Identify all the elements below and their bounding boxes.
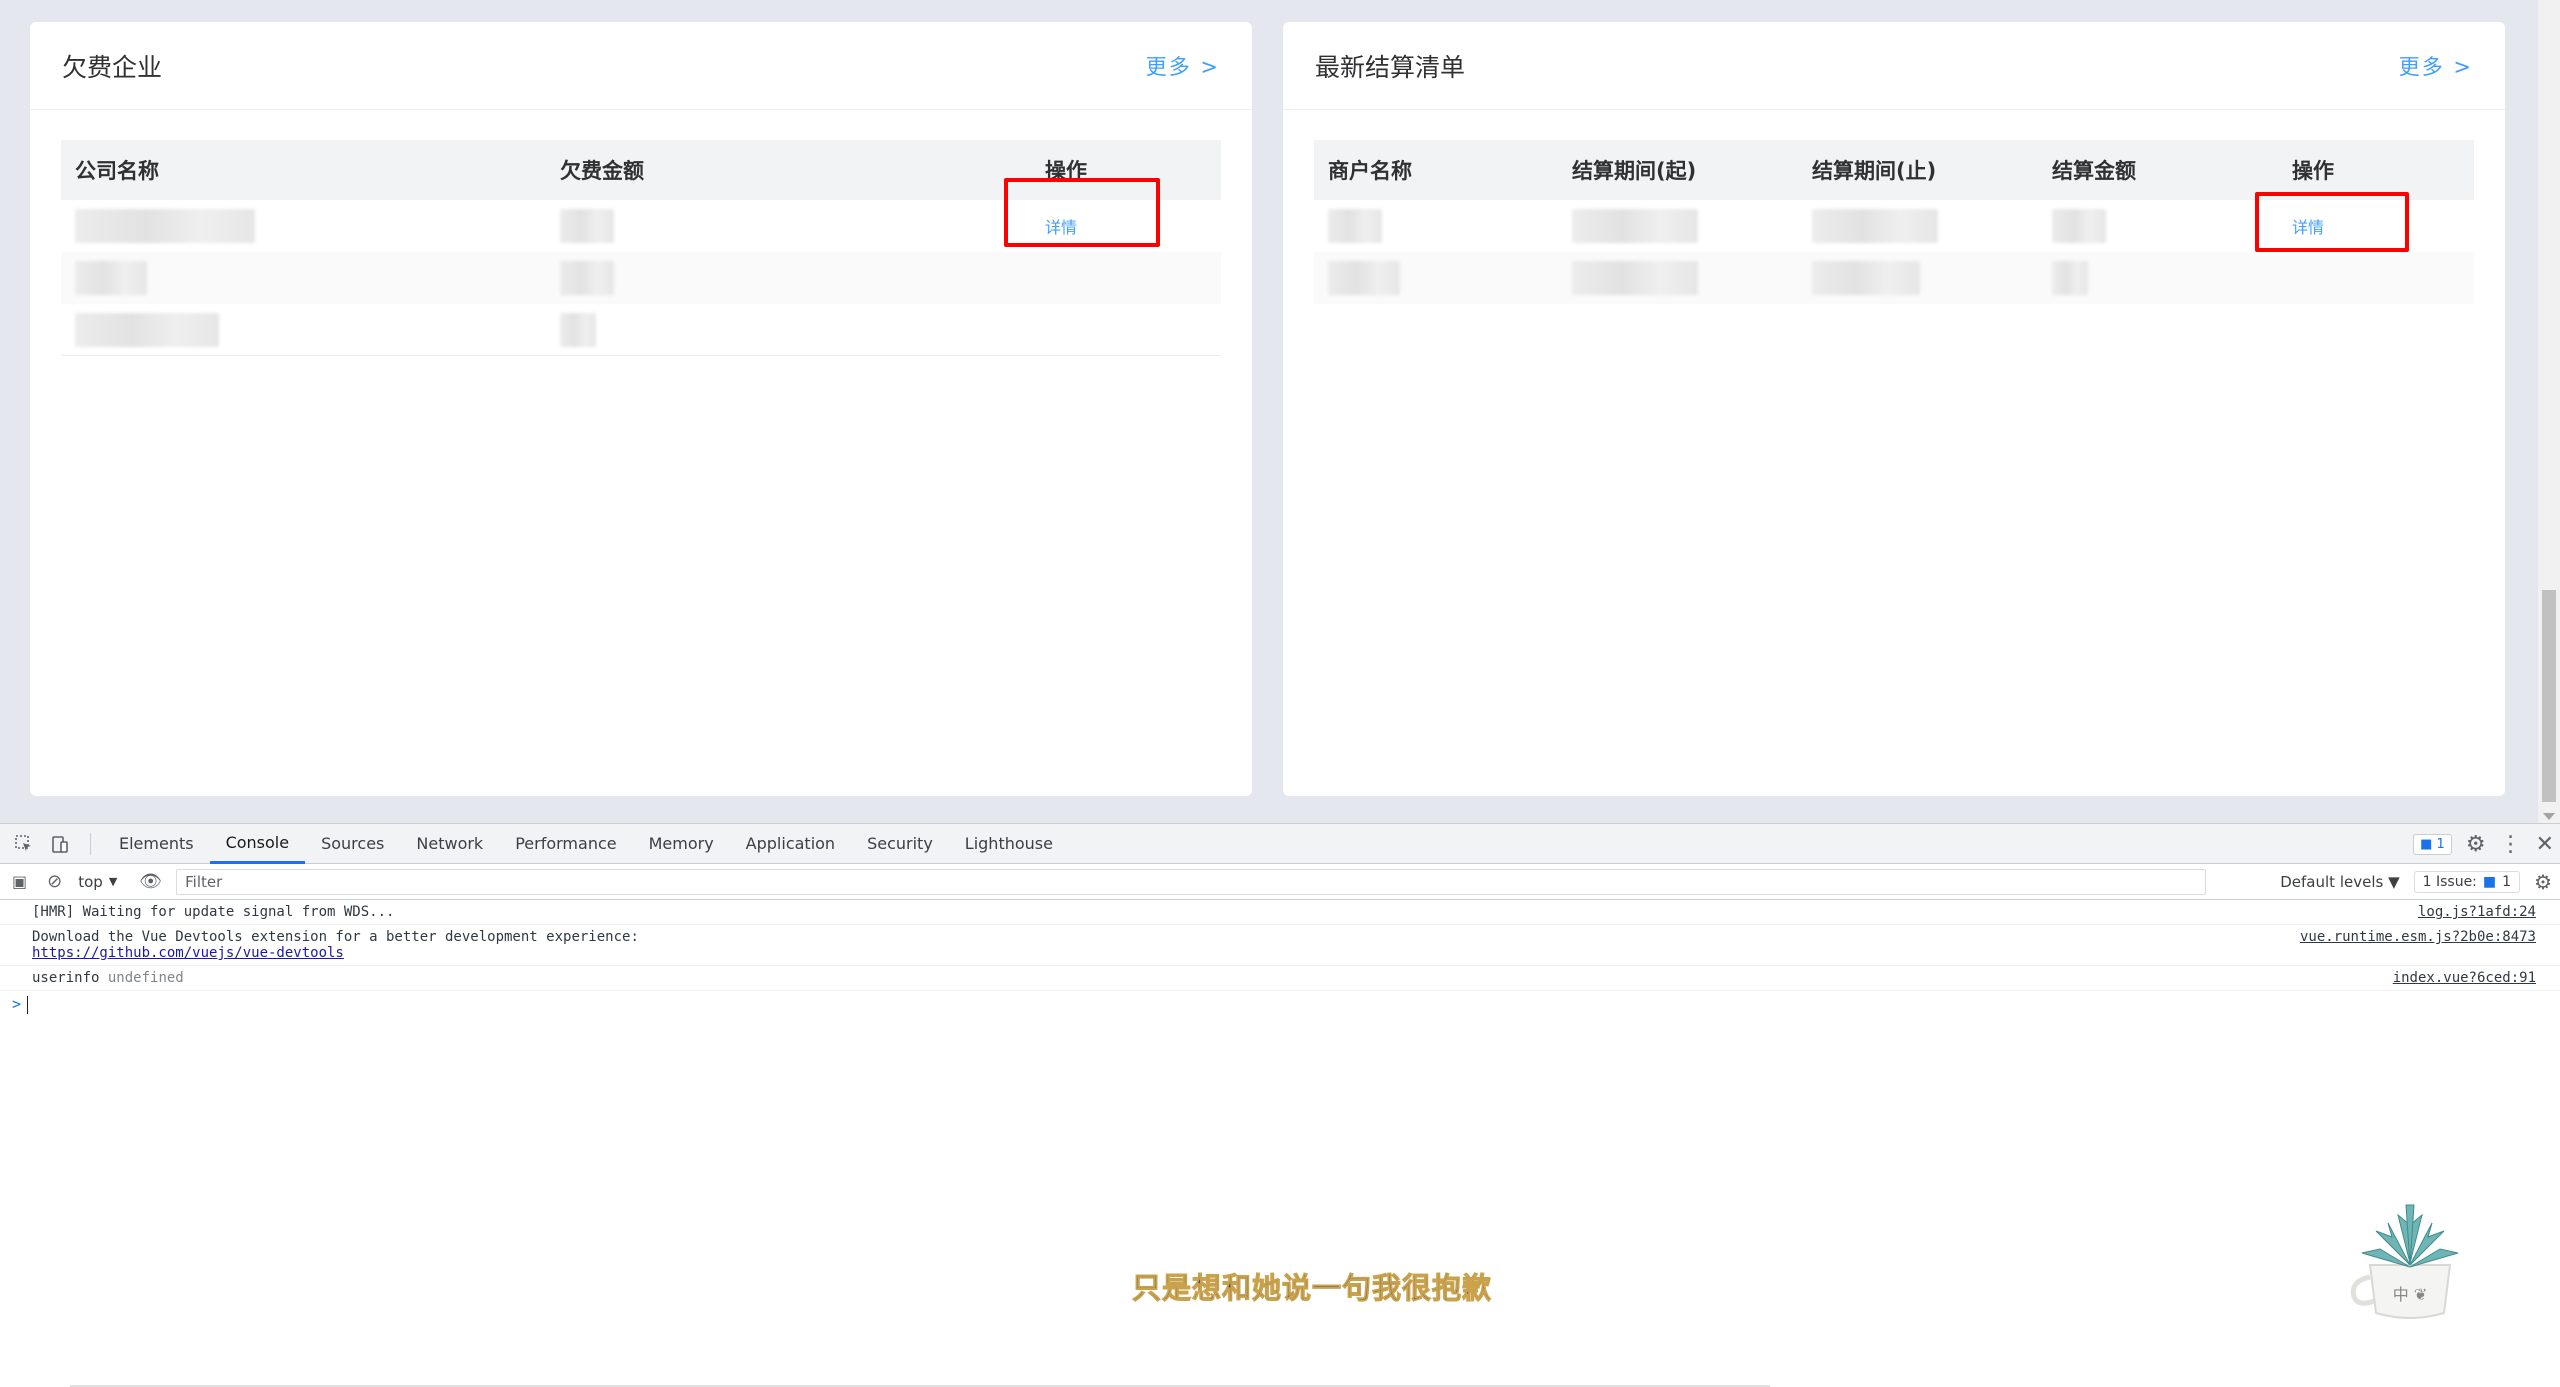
redacted-amount	[560, 312, 596, 347]
arrears-more-link[interactable]: 更多 >	[1146, 51, 1220, 81]
settlement-card-header: 最新结算清单 更多 >	[1283, 22, 2505, 110]
tab-network[interactable]: Network	[400, 824, 499, 864]
console-message-text: Download the Vue Devtools extension for …	[32, 929, 639, 945]
redacted-company	[75, 209, 255, 243]
console-message-text: [HMR] Waiting for update signal from WDS…	[32, 904, 395, 920]
device-toolbar-icon[interactable]	[42, 824, 78, 864]
console-message: Download the Vue Devtools extension for …	[0, 925, 2560, 966]
col-actions: 操作	[2292, 159, 2334, 183]
col-settlement-amount: 结算金额	[2052, 159, 2136, 183]
settlement-table-header: 商户名称 结算期间(起) 结算期间(止) 结算金额 操作	[1314, 140, 2474, 200]
tab-performance[interactable]: Performance	[499, 824, 632, 864]
redacted-date	[1812, 261, 1920, 295]
scroll-down-arrow-icon[interactable]	[2543, 813, 2555, 820]
redacted-company	[75, 261, 147, 295]
console-message: [HMR] Waiting for update signal from WDS…	[0, 900, 2560, 925]
redacted-date	[1812, 209, 1938, 243]
devtools-tabbar-right: ■ 1 ⚙ ⋮ ✕	[2413, 824, 2554, 864]
redacted-merchant	[1328, 261, 1400, 295]
redacted-date	[1572, 209, 1698, 243]
devtools-tabs: Elements Console Sources Network Performance…	[103, 824, 1069, 864]
tab-sources[interactable]: Sources	[305, 824, 400, 864]
tab-memory[interactable]: Memory	[633, 824, 730, 864]
console-toolbar-right: Default levels ▼ 1 Issue: ■ 1 ⚙	[2280, 864, 2552, 900]
issues-button[interactable]: 1 Issue: ■ 1	[2413, 871, 2521, 893]
col-period-end: 结算期间(止)	[1812, 159, 1937, 183]
settings-gear-icon[interactable]: ⚙	[2466, 832, 2486, 857]
redacted-amount	[560, 261, 614, 295]
context-select[interactable]: top ▼	[70, 873, 125, 891]
console-value: undefined	[107, 970, 184, 986]
devtools-tabbar: Elements Console Sources Network Performance…	[0, 824, 2560, 864]
log-levels-value: Default levels	[2280, 873, 2384, 891]
issues-label: 1 Issue:	[2422, 874, 2477, 890]
console-source-link[interactable]: index.vue?6ced:91	[2393, 970, 2536, 986]
arrears-table: 公司名称 欠费金额 操作 详情	[61, 140, 1221, 356]
divider	[90, 832, 91, 855]
dropdown-arrow-icon: ▼	[108, 875, 118, 888]
clear-console-icon[interactable]: ⊘	[47, 871, 62, 892]
console-filter-input[interactable]	[176, 868, 2207, 895]
settlement-card-title: 最新结算清单	[1315, 52, 1466, 82]
console-message-text: userinfo	[32, 970, 100, 986]
table-row	[61, 252, 1221, 304]
redacted-merchant	[1328, 209, 1382, 243]
console-source-link[interactable]: vue.runtime.esm.js?2b0e:8473	[2300, 929, 2536, 945]
issue-icon: ■	[2482, 874, 2497, 890]
live-expression-eye-icon[interactable]: 👁	[139, 871, 162, 892]
settlement-more-link[interactable]: 更多 >	[2399, 51, 2473, 81]
sidebar-toggle-icon[interactable]: ▣	[12, 872, 27, 891]
console-settings-gear-icon[interactable]: ⚙	[2534, 870, 2552, 894]
page-scrollbar[interactable]	[2538, 0, 2560, 823]
page-viewport: 欠费企业 更多 > 公司名称 欠费金额 操作 详情 最新结算清单 更多 > 商户…	[0, 0, 2538, 823]
tab-console[interactable]: Console	[209, 824, 306, 864]
highlight-box	[2255, 192, 2409, 252]
close-devtools-icon[interactable]: ✕	[2536, 832, 2554, 857]
redacted-company	[75, 312, 219, 347]
col-company-name: 公司名称	[75, 159, 159, 183]
console-source-link[interactable]: log.js?1afd:24	[2418, 904, 2536, 920]
inspect-element-icon[interactable]	[6, 824, 42, 864]
arrears-card-header: 欠费企业 更多 >	[30, 22, 1252, 110]
redacted-date	[1572, 261, 1698, 295]
kebab-menu-icon[interactable]: ⋮	[2500, 832, 2522, 857]
tab-lighthouse[interactable]: Lighthouse	[949, 824, 1069, 864]
console-message: userinfo undefined index.vue?6ced:91	[0, 966, 2560, 991]
page-scrollbar-thumb[interactable]	[2542, 590, 2556, 802]
console-url-link[interactable]: https://github.com/vuejs/vue-devtools	[32, 945, 344, 961]
messages-badge[interactable]: ■ 1	[2413, 833, 2452, 855]
col-merchant-name: 商户名称	[1328, 159, 1412, 183]
table-row	[61, 304, 1221, 356]
console-prompt[interactable]: >	[0, 991, 2560, 1017]
succulent-plant-icon: 中 ❦	[2350, 1204, 2459, 1319]
arrears-card: 欠费企业 更多 > 公司名称 欠费金额 操作 详情	[30, 22, 1252, 796]
arrears-card-title: 欠费企业	[62, 52, 163, 82]
redacted-amount	[2052, 209, 2106, 243]
tab-application[interactable]: Application	[730, 824, 851, 864]
video-subtitle: 只是想和她说一句我很抱歉	[1131, 1271, 1493, 1306]
log-levels-select[interactable]: Default levels ▼	[2280, 873, 2399, 891]
redacted-amount	[2052, 261, 2088, 295]
issues-count: 1	[2502, 874, 2512, 890]
tab-elements[interactable]: Elements	[103, 824, 210, 864]
col-period-start: 结算期间(起)	[1572, 159, 1697, 183]
plant-pot-label: 中 ❦	[2393, 1285, 2428, 1304]
prompt-chevron-icon: >	[12, 995, 22, 1013]
tab-security[interactable]: Security	[851, 824, 949, 864]
settlement-card: 最新结算清单 更多 > 商户名称 结算期间(起) 结算期间(止) 结算金额 操作…	[1283, 22, 2505, 796]
messages-count: 1	[2436, 836, 2445, 852]
console-toolbar: ▣ ⊘ top ▼ 👁 Default levels ▼ 1 Issue: ■ …	[0, 864, 2560, 900]
highlight-box	[1004, 178, 1160, 247]
text-caret	[27, 995, 29, 1014]
col-arrears-amount: 欠费金额	[560, 159, 644, 183]
table-row	[1314, 252, 2474, 304]
redacted-amount	[560, 209, 614, 243]
context-value: top	[78, 872, 103, 891]
